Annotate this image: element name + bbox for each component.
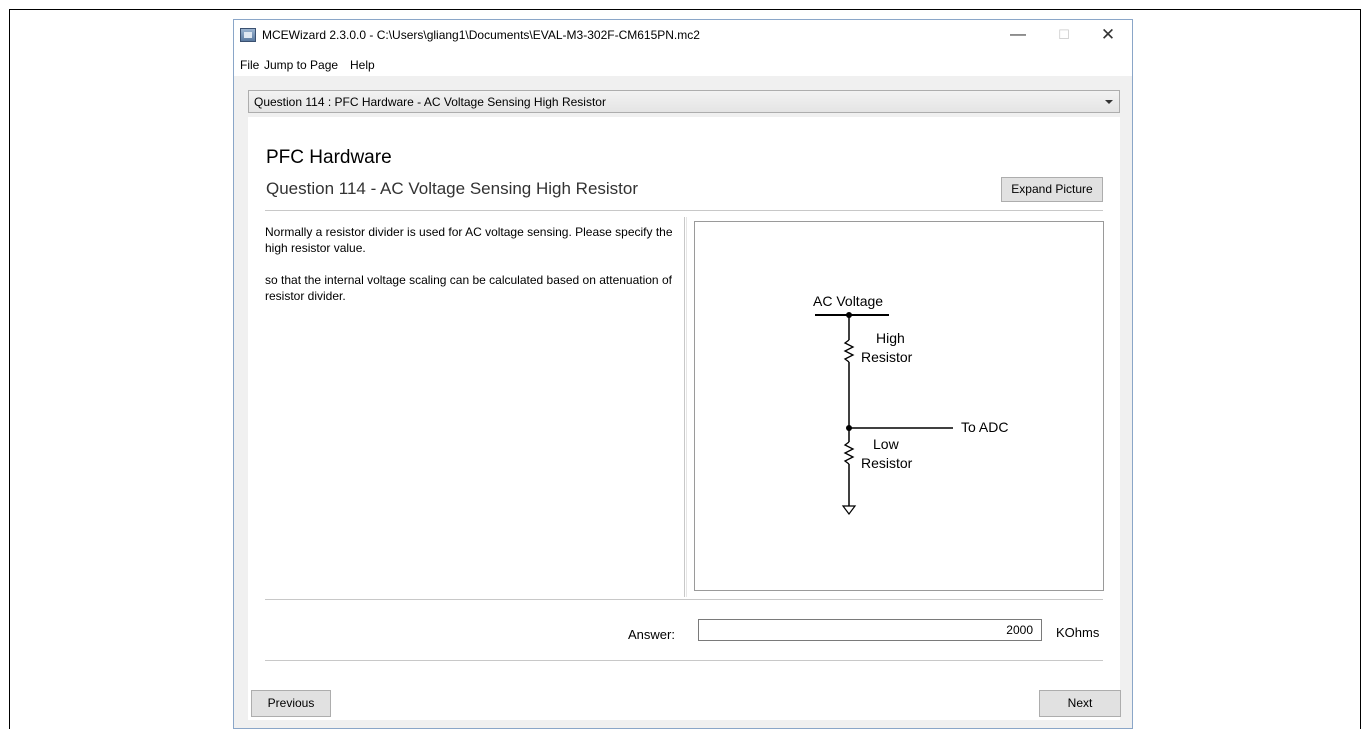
mcewizard-window: MCEWizard 2.3.0.0 - C:\Users\gliang1\Doc… [233,19,1133,729]
document-frame-top [9,9,1361,10]
ac-voltage-label: AC Voltage [813,293,883,309]
question-selector-dropdown[interactable]: Question 114 : PFC Hardware - AC Voltage… [248,90,1120,113]
section-title: PFC Hardware [266,147,392,168]
menu-file[interactable]: File [240,58,259,72]
divider [265,660,1103,661]
question-title: Question 114 - AC Voltage Sensing High R… [266,179,639,198]
minimize-button[interactable]: — [997,20,1039,52]
answer-unit: KOhms [1056,625,1100,640]
circuit-picture-panel: AC Voltage High Resistor To ADC Low Resi… [694,221,1104,591]
app-icon [240,28,256,42]
menu-help[interactable]: Help [350,58,375,72]
panel-splitter-highlight [686,217,687,597]
divider [265,599,1103,600]
next-button[interactable]: Next [1039,690,1121,717]
low-resistor-label-line1: Low [873,436,900,452]
answer-label: Answer: [628,627,675,642]
window-title: MCEWizard 2.3.0.0 - C:\Users\gliang1\Doc… [262,28,700,42]
panel-splitter[interactable] [684,217,685,597]
high-resistor-label-line1: High [876,330,905,346]
expand-picture-button[interactable]: Expand Picture [1001,177,1103,202]
document-frame-right [1360,9,1361,729]
menu-jump-to-page[interactable]: Jump to Page [264,58,338,72]
previous-button[interactable]: Previous [251,690,331,717]
question-description: Normally a resistor divider is used for … [265,224,685,320]
close-button[interactable]: ✕ [1087,20,1129,52]
menu-bar: File Jump to Page Help [234,52,1132,76]
description-paragraph: so that the internal voltage scaling can… [265,273,672,303]
low-resistor-icon [843,441,855,465]
maximize-button[interactable]: ☐ [1043,20,1085,52]
question-selector-value: Question 114 : PFC Hardware - AC Voltage… [254,95,606,109]
answer-input[interactable] [698,619,1042,641]
title-bar: MCEWizard 2.3.0.0 - C:\Users\gliang1\Doc… [234,20,1132,52]
to-adc-label: To ADC [961,419,1008,435]
description-paragraph: Normally a resistor divider is used for … [265,225,673,255]
divider [265,210,1103,211]
ground-icon [841,505,857,515]
question-page: PFC Hardware Question 114 - AC Voltage S… [248,117,1120,720]
high-resistor-icon [843,339,855,363]
high-resistor-label-line2: Resistor [861,349,913,365]
resistor-divider-diagram: AC Voltage High Resistor To ADC Low Resi… [813,293,1008,515]
document-frame-left [9,9,10,729]
chevron-down-icon [1105,100,1113,104]
low-resistor-label-line2: Resistor [861,455,913,471]
